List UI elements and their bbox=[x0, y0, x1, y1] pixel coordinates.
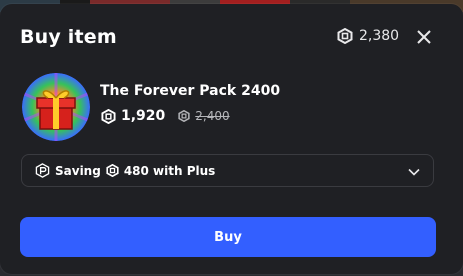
robux-icon bbox=[101, 108, 116, 124]
robux-icon bbox=[106, 164, 119, 177]
robux-balance: 2,380 bbox=[337, 28, 399, 44]
original-price: 2,400 bbox=[195, 109, 230, 123]
balance-amount: 2,380 bbox=[359, 28, 400, 44]
premium-icon bbox=[35, 163, 50, 178]
gift-box-icon bbox=[22, 73, 90, 141]
item-name: The Forever Pack 2400 bbox=[100, 83, 281, 99]
purchase-modal: Buy item 2,380 The Forever Pack 2400 1,9… bbox=[0, 4, 463, 274]
plus-savings-dropdown[interactable]: Saving 480 with Plus bbox=[21, 154, 434, 187]
saving-label: Saving bbox=[55, 163, 101, 178]
price-row: 1,920 2,400 bbox=[101, 108, 230, 124]
buy-button[interactable]: Buy bbox=[20, 217, 436, 257]
close-icon[interactable] bbox=[413, 26, 435, 48]
current-price: 1,920 bbox=[121, 108, 166, 124]
robux-icon bbox=[337, 28, 353, 44]
robux-icon bbox=[178, 110, 190, 122]
chevron-down-icon[interactable] bbox=[407, 165, 421, 179]
modal-title: Buy item bbox=[20, 26, 117, 48]
saving-amount: 480 with Plus bbox=[123, 163, 216, 178]
